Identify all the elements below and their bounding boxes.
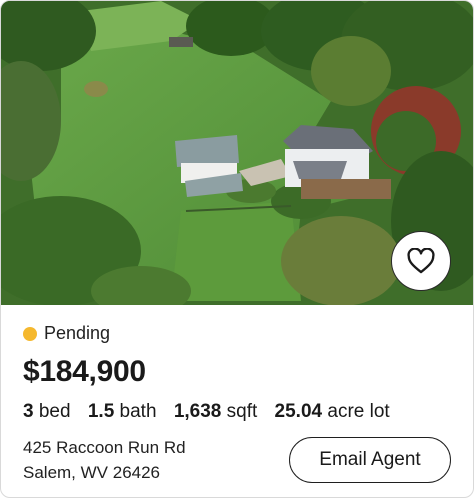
baths-value: 1.5	[87, 401, 115, 422]
sqft-unit: sqft	[226, 401, 258, 422]
lot-spec: 25.04 acre lot	[275, 401, 390, 422]
listing-specs: 3 bed 1.5 bath 1,638 sqft 25.04 acre lot	[23, 401, 402, 423]
sqft-spec: 1,638 sqft	[174, 401, 257, 422]
listing-price: $184,900	[23, 355, 146, 388]
favorite-button[interactable]	[391, 231, 451, 291]
address-line-2: Salem, WV 26426	[23, 463, 161, 482]
heart-outline-icon	[407, 248, 435, 274]
listing-status: Pending	[23, 323, 110, 344]
address-line-1: 425 Raccoon Run Rd	[23, 438, 186, 457]
beds-value: 3	[23, 401, 34, 422]
sqft-value: 1,638	[173, 401, 222, 422]
beds-unit: bed	[38, 401, 71, 422]
status-label: Pending	[44, 323, 111, 343]
beds-spec: 3 bed	[23, 401, 71, 422]
baths-spec: 1.5 bath	[88, 401, 157, 422]
lot-value: 25.04	[274, 401, 323, 422]
email-agent-button[interactable]: Email Agent	[289, 437, 451, 483]
listing-details: Pending $184,900 3 bed 1.5 bath 1,638 sq…	[1, 305, 473, 497]
lot-unit: acre lot	[327, 401, 390, 422]
baths-unit: bath	[119, 401, 157, 422]
property-photo[interactable]	[1, 1, 473, 305]
status-dot	[23, 326, 37, 341]
listing-card[interactable]: Pending $184,900 3 bed 1.5 bath 1,638 sq…	[0, 0, 474, 498]
listing-address[interactable]: 425 Raccoon Run Rd Salem, WV 26426	[23, 435, 186, 485]
